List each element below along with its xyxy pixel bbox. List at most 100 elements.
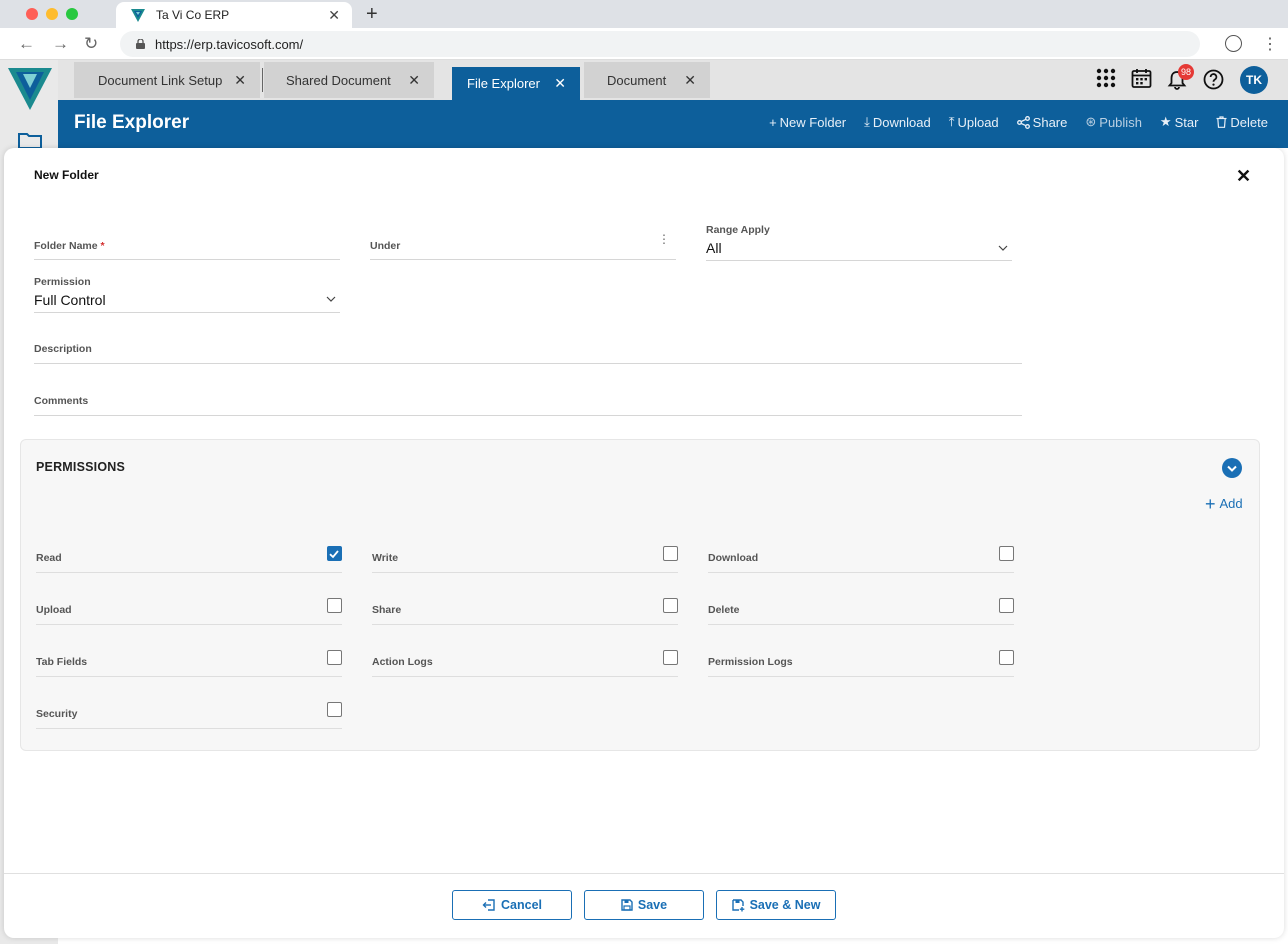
dialog-title: New Folder xyxy=(34,168,99,182)
tab-fields-checkbox[interactable] xyxy=(327,650,342,665)
description-label: Description xyxy=(34,343,92,355)
close-tab-icon[interactable]: ✕ xyxy=(684,72,696,89)
permissions-title: PERMISSIONS xyxy=(36,460,126,474)
notification-badge: 98 xyxy=(1178,64,1194,80)
forward-icon[interactable]: → xyxy=(52,34,69,54)
url-text: https://erp.tavicosoft.com/ xyxy=(155,36,304,52)
help-icon[interactable] xyxy=(1203,69,1224,90)
action-label: Star xyxy=(1174,114,1199,130)
tab-label: Shared Document xyxy=(286,72,391,88)
plus-icon: + xyxy=(769,114,777,130)
required-mark: * xyxy=(100,240,105,252)
share-checkbox[interactable] xyxy=(663,598,678,613)
star-icon: ★ xyxy=(1159,114,1172,129)
lock-icon xyxy=(136,39,145,49)
back-icon[interactable]: ← xyxy=(18,34,35,54)
tab-file-explorer[interactable]: File Explorer ✕ xyxy=(452,67,580,100)
cancel-button[interactable]: Cancel xyxy=(452,890,572,920)
download-checkbox[interactable] xyxy=(999,546,1014,561)
browser-menu-icon[interactable]: ⋮ xyxy=(1262,34,1278,54)
save-button[interactable]: Save xyxy=(584,890,704,920)
description-field[interactable]: Description xyxy=(34,330,1022,364)
under-field[interactable]: Under ⋮ xyxy=(370,226,676,260)
cancel-label: Cancel xyxy=(501,898,542,912)
permission-label: Permission xyxy=(34,276,91,288)
action-label: Download xyxy=(872,114,931,130)
permission-security: Security xyxy=(36,699,342,729)
permissions-panel: PERMISSIONS + Add Read Write Download Up… xyxy=(20,439,1260,751)
browser-tabstrip: Ta Vi Co ERP ✕ + xyxy=(0,0,1288,28)
permission-write: Write xyxy=(372,543,678,573)
tab-document-link-setup[interactable]: Document Link Setup ✕ xyxy=(74,62,260,98)
write-checkbox[interactable] xyxy=(663,546,678,561)
permission-label: Action Logs xyxy=(372,656,433,668)
upload-icon: ⤒ xyxy=(948,114,955,129)
permission-download: Download xyxy=(708,543,1014,573)
permission-tab-fields: Tab Fields xyxy=(36,647,342,677)
permission-label: Share xyxy=(372,604,402,616)
url-field[interactable]: https://erp.tavicosoft.com/ xyxy=(120,31,1200,57)
permission-read: Read xyxy=(36,543,342,573)
star-button[interactable]: ★ Star xyxy=(1160,114,1199,130)
permission-upload: Upload xyxy=(36,595,342,625)
toolbar: + New Folder ⤓ Download ⤒ Upload Share ⊛… xyxy=(769,114,1268,130)
permission-select[interactable]: Permission Full Control xyxy=(34,274,340,313)
save-label: Save xyxy=(637,898,668,912)
reload-icon[interactable]: ↻ xyxy=(84,34,98,54)
close-tab-icon[interactable]: ✕ xyxy=(234,72,246,89)
delete-checkbox[interactable] xyxy=(999,598,1014,613)
save-and-new-button[interactable]: Save & New xyxy=(716,890,836,920)
upload-checkbox[interactable] xyxy=(327,598,342,613)
comments-field[interactable]: Comments xyxy=(34,382,1022,416)
delete-button[interactable]: Delete xyxy=(1216,114,1268,130)
more-options-icon[interactable]: ⋮ xyxy=(658,232,670,246)
permission-label: Tab Fields xyxy=(36,656,88,668)
collapse-toggle-button[interactable] xyxy=(1222,458,1242,478)
tab-label: File Explorer xyxy=(467,76,540,91)
share-button[interactable]: Share xyxy=(1016,114,1067,130)
upload-button[interactable]: ⤒ Upload xyxy=(949,114,999,130)
browser-tab[interactable]: Ta Vi Co ERP ✕ xyxy=(116,2,352,28)
close-tab-icon[interactable]: ✕ xyxy=(328,7,340,24)
maximize-window-button[interactable] xyxy=(66,8,78,20)
apps-grid-icon[interactable] xyxy=(1096,68,1116,88)
range-apply-label: Range Apply xyxy=(706,224,770,236)
new-tab-icon[interactable]: + xyxy=(366,3,378,26)
permission-label: Upload xyxy=(36,604,72,616)
profile-icon[interactable] xyxy=(1225,35,1242,52)
add-permission-button[interactable]: + Add xyxy=(1205,493,1243,514)
read-checkbox[interactable] xyxy=(327,546,342,561)
browser-tab-title: Ta Vi Co ERP xyxy=(156,8,230,22)
app-logo-icon xyxy=(8,68,52,110)
publish-icon: ⊛ xyxy=(1085,114,1097,129)
calendar-icon[interactable] xyxy=(1131,68,1152,89)
chevron-down-icon xyxy=(326,296,336,302)
minimize-window-button[interactable] xyxy=(46,8,58,20)
label-text: Folder Name xyxy=(34,240,98,252)
publish-button[interactable]: ⊛ Publish xyxy=(1085,114,1142,130)
permission-logs-checkbox[interactable] xyxy=(999,650,1014,665)
close-icon[interactable]: ✕ xyxy=(1236,166,1251,187)
plus-icon: + xyxy=(1205,493,1216,514)
security-checkbox[interactable] xyxy=(327,702,342,717)
permission-label: Download xyxy=(708,552,759,564)
tavico-logo-icon xyxy=(131,9,145,22)
close-tab-icon[interactable]: ✕ xyxy=(554,75,566,92)
new-folder-button[interactable]: + New Folder xyxy=(769,114,846,130)
close-window-button[interactable] xyxy=(26,8,38,20)
range-apply-select[interactable]: Range Apply All xyxy=(706,222,1012,261)
close-tab-icon[interactable]: ✕ xyxy=(408,72,420,89)
folder-icon[interactable] xyxy=(18,131,42,149)
permission-label: Permission Logs xyxy=(708,656,793,668)
permission-delete: Delete xyxy=(708,595,1014,625)
checkmark-icon xyxy=(329,550,339,559)
download-button[interactable]: ⤓ Download xyxy=(864,114,931,130)
page-title: File Explorer xyxy=(74,112,190,133)
tab-divider xyxy=(262,68,263,92)
avatar[interactable]: TK xyxy=(1240,66,1268,94)
tab-document[interactable]: Document ✕ xyxy=(584,62,710,98)
new-folder-dialog: New Folder ✕ Folder Name * Under ⋮ Range… xyxy=(4,148,1284,938)
action-logs-checkbox[interactable] xyxy=(663,650,678,665)
folder-name-field[interactable]: Folder Name * xyxy=(34,226,340,260)
tab-shared-document[interactable]: Shared Document ✕ xyxy=(264,62,434,98)
